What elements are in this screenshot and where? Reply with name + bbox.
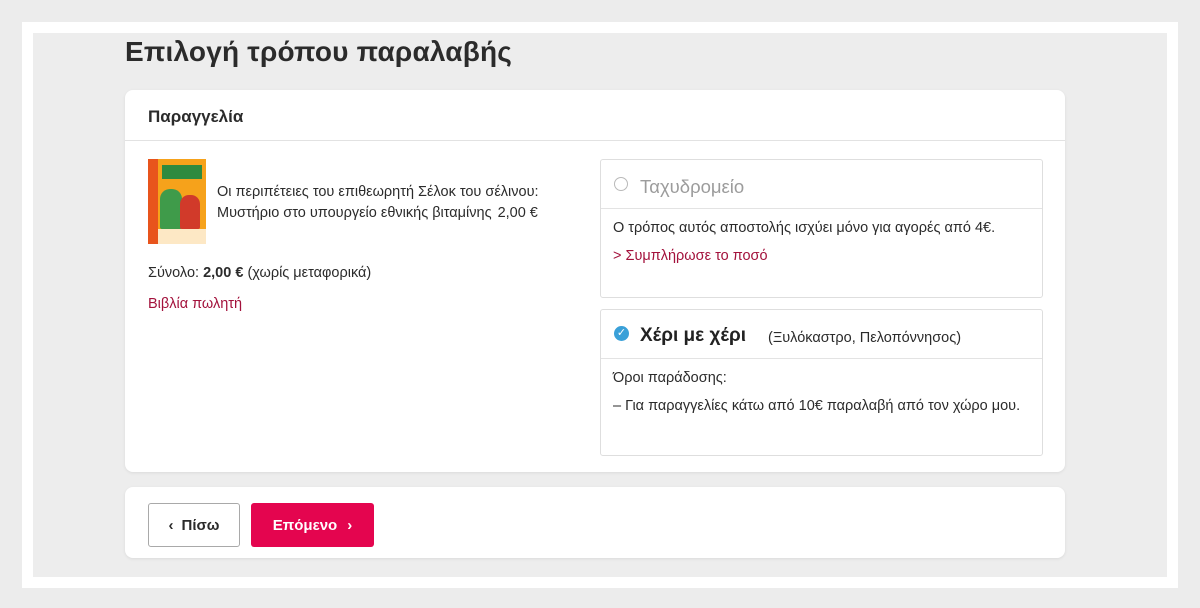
back-button-label: Πίσω <box>181 516 220 534</box>
shipping-option-post[interactable]: Ταχυδρομείο Ο τρόπος αυτός αποστολής ισχ… <box>600 159 1043 298</box>
book-price: 2,00 € <box>497 205 538 221</box>
total-value: 2,00 € <box>203 265 244 281</box>
terms-label: Όροι παράδοσης: <box>613 370 727 386</box>
navigation-card: ‹ Πίσω Επόμενο › <box>125 487 1065 558</box>
next-button-label: Επόμενο <box>272 516 338 534</box>
chevron-left-icon: ‹ <box>168 516 174 534</box>
chevron-right-icon: › <box>347 516 353 534</box>
book-title-line1: Οι περιπέτειες του επιθεωρητή Σέλοκ του … <box>217 184 539 200</box>
book-cover-image[interactable] <box>148 159 206 244</box>
terms-text: – Για παραγγελίες κάτω από 10€ παραλαβή … <box>613 398 1021 414</box>
post-option-name: Ταχυδρομείο <box>640 176 745 197</box>
check-icon[interactable]: ✓ <box>614 326 629 341</box>
cover-base <box>158 229 206 244</box>
post-option-message: Ο τρόπος αυτός αποστολής ισχύει μόνο για… <box>613 220 996 236</box>
book-title[interactable]: Οι περιπέτειες του επιθεωρητή Σέλοκ του … <box>217 182 587 224</box>
order-card: Παραγγελία Οι περιπέτειες του επιθεωρητή… <box>125 90 1065 472</box>
total-label: Σύνολο: <box>148 265 200 281</box>
cover-figure-green <box>160 189 182 229</box>
page-title: Επιλογή τρόπου παραλαβής <box>125 36 513 67</box>
shipping-option-hand-header: ✓ Χέρι με χέρι (Ξυλόκαστρο, Πελοπόννησος… <box>601 310 1042 359</box>
cover-title-box <box>162 165 202 179</box>
total-note: (χωρίς μεταφορικά) <box>247 265 372 281</box>
complete-amount-link[interactable]: > Συμπλήρωσε το ποσό <box>613 247 1030 266</box>
post-option-body: Ο τρόπος αυτός αποστολής ισχύει μόνο για… <box>601 209 1042 266</box>
hand-option-body: Όροι παράδοσης: – Για παραγγελίες κάτω α… <box>601 359 1042 416</box>
seller-books-link[interactable]: Βιβλία πωλητή <box>148 296 242 312</box>
hand-option-name: Χέρι με χέρι <box>640 325 747 346</box>
next-button[interactable]: Επόμενο › <box>251 503 374 547</box>
order-total: Σύνολο: 2,00 € (χωρίς μεταφορικά) <box>148 265 371 281</box>
cover-strip <box>148 159 158 244</box>
shipping-option-post-header: Ταχυδρομείο <box>601 160 1042 209</box>
order-header: Παραγγελία <box>125 90 1065 141</box>
book-title-line2: Μυστήριο στο υπουργείο εθνικής βιταμίνης <box>217 205 492 221</box>
post-radio[interactable] <box>614 177 628 191</box>
shipping-option-hand[interactable]: ✓ Χέρι με χέρι (Ξυλόκαστρο, Πελοπόννησος… <box>600 309 1043 456</box>
cover-figure-red <box>180 195 200 229</box>
back-button[interactable]: ‹ Πίσω <box>148 503 240 547</box>
hand-option-location: (Ξυλόκαστρο, Πελοπόννησος) <box>768 330 962 346</box>
